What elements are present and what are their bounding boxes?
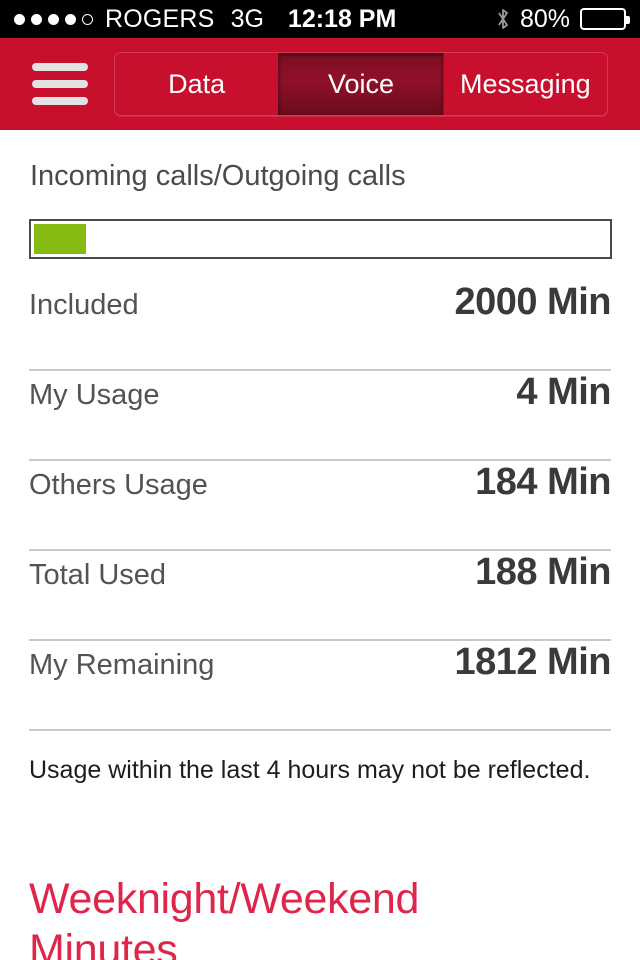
row-value-included: 2000 Min (454, 281, 611, 323)
table-row: Total Used 188 Min (29, 551, 611, 641)
usage-panel: Incoming calls/Outgoing calls Included 2… (0, 160, 640, 960)
promo-heading-line2: Minutes (29, 925, 178, 960)
row-value-my-usage: 4 Min (516, 371, 611, 413)
row-value-my-remaining: 1812 Min (454, 641, 611, 683)
tab-messaging[interactable]: Messaging (442, 53, 607, 115)
usage-progress-fill (34, 224, 86, 254)
tab-data[interactable]: Data (115, 53, 279, 115)
usage-type-tabs[interactable]: Data Voice Messaging (114, 52, 608, 116)
network-type: 3G (230, 4, 264, 33)
row-label-total-used: Total Used (29, 559, 167, 591)
battery-icon (580, 8, 630, 30)
status-clock: 12:18 PM (287, 4, 397, 33)
row-value-total-used: 188 Min (475, 551, 611, 593)
usage-table: Included 2000 Min My Usage 4 Min Others … (29, 281, 611, 731)
row-label-my-usage: My Usage (29, 379, 160, 411)
promo-heading-line1: Weeknight/Weekend (29, 875, 420, 924)
row-label-others-usage: Others Usage (29, 469, 208, 501)
table-row: My Usage 4 Min (29, 371, 611, 461)
table-row: Others Usage 184 Min (29, 461, 611, 551)
usage-progress-bar (29, 219, 612, 259)
signal-strength-icon (14, 13, 93, 25)
row-label-my-remaining: My Remaining (29, 649, 215, 681)
battery-percent-label: 80% (519, 4, 570, 33)
hamburger-menu-icon[interactable] (32, 63, 88, 105)
usage-footnote: Usage within the last 4 hours may not be… (29, 756, 591, 784)
status-bar: ROGERS 3G 12:18 PM 80% (0, 0, 640, 38)
table-row: My Remaining 1812 Min (29, 641, 611, 731)
row-label-included: Included (29, 289, 139, 321)
app-header: Data Voice Messaging (0, 38, 640, 130)
carrier-name: ROGERS (105, 4, 215, 33)
tab-voice[interactable]: Voice (278, 53, 443, 115)
promo-heading: Weeknight/Weekend Minutes (29, 874, 611, 960)
row-value-others-usage: 184 Min (475, 461, 611, 503)
bluetooth-icon (498, 9, 508, 29)
table-row: Included 2000 Min (29, 281, 611, 371)
page-title: Incoming calls/Outgoing calls (30, 160, 406, 192)
